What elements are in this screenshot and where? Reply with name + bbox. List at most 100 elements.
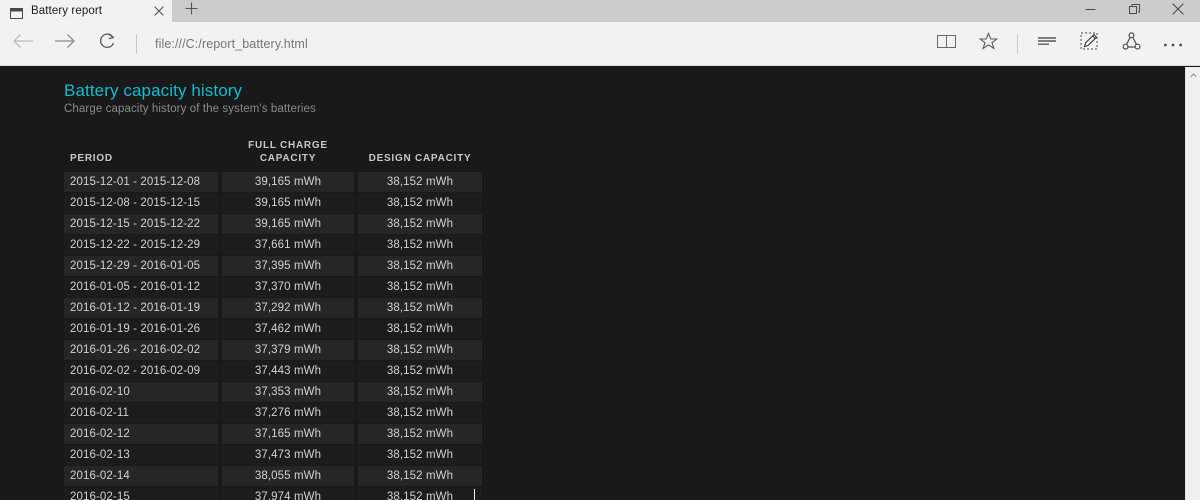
cell-design-capacity-value: 38,152 mWh — [386, 365, 454, 377]
address-bar-url: file:///C:/report_battery.html — [155, 36, 308, 51]
table-row: 2016-01-26 - 2016-02-02 37,379 mWh 38,152 … — [64, 340, 482, 360]
cell-design-capacity-value: 38,152 mWh — [386, 386, 454, 398]
battery-capacity-history-table: PERIOD FULL CHARGE CAPACITY DESIGN CAPAC… — [60, 137, 486, 500]
tab-close-icon[interactable] — [146, 0, 172, 22]
tab-title: Battery report — [31, 5, 103, 17]
hub-button[interactable] — [1026, 25, 1068, 63]
table-head: PERIOD FULL CHARGE CAPACITY DESIGN CAPAC… — [64, 138, 482, 171]
minimize-icon — [1085, 2, 1096, 20]
cell-period: 2015-12-15 - 2015-12-22 — [64, 214, 218, 234]
address-bar[interactable]: file:///C:/report_battery.html — [145, 25, 925, 63]
table-row: 2015-12-15 - 2015-12-22 39,165 mWh 38,152 … — [64, 214, 482, 234]
cell-full-charge-capacity: 37,462 mWh — [222, 319, 354, 339]
table-row: 2015-12-08 - 2015-12-15 39,165 mWh 38,152 … — [64, 193, 482, 213]
table-row: 2016-02-11 37,276 mWh 38,152 mWh — [64, 403, 482, 423]
page-scrollbar[interactable] — [1185, 67, 1200, 500]
cell-period: 2015-12-22 - 2015-12-29 — [64, 235, 218, 255]
cell-full-charge-capacity: 37,276 mWh — [222, 403, 354, 423]
column-header-design-capacity: DESIGN CAPACITY — [368, 152, 472, 164]
cell-design-capacity-value: 38,152 mWh — [386, 197, 454, 209]
tab-strip: Battery report — [0, 0, 1200, 22]
hub-lines-icon — [1037, 34, 1057, 53]
column-header-period: PERIOD — [70, 152, 113, 164]
page-viewport: Battery capacity history Charge capacity… — [0, 67, 1200, 500]
cell-design-capacity-value: 38,152 mWh — [386, 239, 454, 251]
column-header-full-charge-capacity: FULL CHARGE CAPACITY — [222, 138, 354, 171]
back-button[interactable] — [2, 25, 44, 63]
scrollbar-up-button[interactable] — [1186, 67, 1200, 81]
ellipsis-icon — [1163, 35, 1183, 53]
plus-icon — [185, 2, 198, 20]
cell-period: 2016-02-02 - 2016-02-09 — [64, 361, 218, 381]
cell-design-capacity-value: 38,152 mWh — [386, 281, 454, 293]
more-button[interactable] — [1152, 25, 1194, 63]
table-row: 2016-02-14 38,055 mWh 38,152 mWh — [64, 466, 482, 486]
refresh-icon — [98, 32, 116, 55]
cell-period: 2015-12-01 - 2015-12-08 — [64, 172, 218, 192]
share-icon — [1121, 31, 1141, 56]
cell-design-capacity-value: 38,152 mWh — [386, 260, 454, 272]
cell-full-charge-capacity: 39,165 mWh — [222, 172, 354, 192]
cell-design-capacity: 38,152 mWh — [358, 382, 482, 402]
table-row: 2016-02-02 - 2016-02-09 37,443 mWh 38,152 … — [64, 361, 482, 381]
web-note-button[interactable] — [1068, 25, 1110, 63]
restore-button[interactable] — [1112, 0, 1156, 22]
refresh-button[interactable] — [86, 25, 128, 63]
cell-period: 2015-12-29 - 2016-01-05 — [64, 256, 218, 276]
restore-icon — [1128, 2, 1140, 20]
cell-design-capacity: 38,152 mWh — [358, 466, 482, 486]
cell-full-charge-capacity: 37,165 mWh — [222, 424, 354, 444]
forward-button[interactable] — [44, 25, 86, 63]
table-row: 2015-12-29 - 2016-01-05 37,395 mWh 38,152 … — [64, 256, 482, 276]
cell-full-charge-capacity: 38,055 mWh — [222, 466, 354, 486]
reading-view-button[interactable] — [925, 25, 967, 63]
close-button[interactable] — [1156, 0, 1200, 22]
cell-design-capacity-value: 38,152 mWh — [386, 407, 454, 419]
share-button[interactable] — [1110, 25, 1152, 63]
cell-period: 2016-01-12 - 2016-01-19 — [64, 298, 218, 318]
cell-design-capacity: 38,152 mWh — [358, 193, 482, 213]
cell-period: 2016-01-05 - 2016-01-12 — [64, 277, 218, 297]
cell-design-capacity-value: 38,152 mWh — [386, 344, 454, 356]
minimize-button[interactable] — [1068, 0, 1112, 22]
cell-period: 2016-02-12 — [64, 424, 218, 444]
arrow-left-icon — [12, 33, 34, 54]
toolbar-separator — [136, 33, 137, 54]
table-header-row: PERIOD FULL CHARGE CAPACITY DESIGN CAPAC… — [64, 138, 482, 171]
cell-full-charge-capacity: 37,379 mWh — [222, 340, 354, 360]
cell-full-charge-capacity: 37,292 mWh — [222, 298, 354, 318]
scrollbar-thumb[interactable] — [1187, 81, 1200, 381]
table-row: 2016-01-05 - 2016-01-12 37,370 mWh 38,152 … — [64, 277, 482, 297]
table-row: 2016-01-12 - 2016-01-19 37,292 mWh 38,152 … — [64, 298, 482, 318]
cell-period: 2015-12-08 - 2015-12-15 — [64, 193, 218, 213]
cell-full-charge-capacity: 37,353 mWh — [222, 382, 354, 402]
cell-full-charge-capacity: 37,370 mWh — [222, 277, 354, 297]
table-row: 2016-02-13 37,473 mWh 38,152 mWh — [64, 445, 482, 465]
window-controls — [1068, 0, 1200, 22]
cell-design-capacity: 38,152 mWh — [358, 235, 482, 255]
toolbar-separator-2 — [1017, 33, 1018, 54]
cell-design-capacity-value: 38,152 mWh — [386, 218, 454, 230]
cell-full-charge-capacity: 37,473 mWh — [222, 445, 354, 465]
cell-full-charge-capacity: 37,974 mWh — [222, 487, 354, 500]
cell-design-capacity: 38,152 mWh — [358, 424, 482, 444]
star-icon — [978, 31, 998, 56]
tab-strip-empty-area — [210, 0, 1200, 22]
cell-design-capacity: 38,152 mWh — [358, 445, 482, 465]
cell-design-capacity-value: 38,152 mWh — [386, 449, 454, 461]
close-icon — [1172, 2, 1184, 20]
page-title: Battery capacity history — [64, 81, 243, 100]
text-caret — [474, 489, 475, 500]
column-header-line-2: CAPACITY — [259, 152, 317, 164]
new-tab-button[interactable] — [172, 0, 210, 22]
cell-period: 2016-02-11 — [64, 403, 218, 423]
cell-design-capacity: 38,152 mWh — [358, 361, 482, 381]
browser-window: Battery report file:///C:/report_battery… — [0, 0, 1200, 500]
cell-design-capacity: 38,152 mWh — [358, 319, 482, 339]
favorites-button[interactable] — [967, 25, 1009, 63]
table-row: 2016-02-15 37,974 mWh 38,152 mWh — [64, 487, 482, 500]
cell-period: 2016-02-10 — [64, 382, 218, 402]
table-row: 2016-02-12 37,165 mWh 38,152 mWh — [64, 424, 482, 444]
window-tab-icon — [10, 6, 23, 19]
tab-battery-report[interactable]: Battery report — [0, 0, 172, 22]
